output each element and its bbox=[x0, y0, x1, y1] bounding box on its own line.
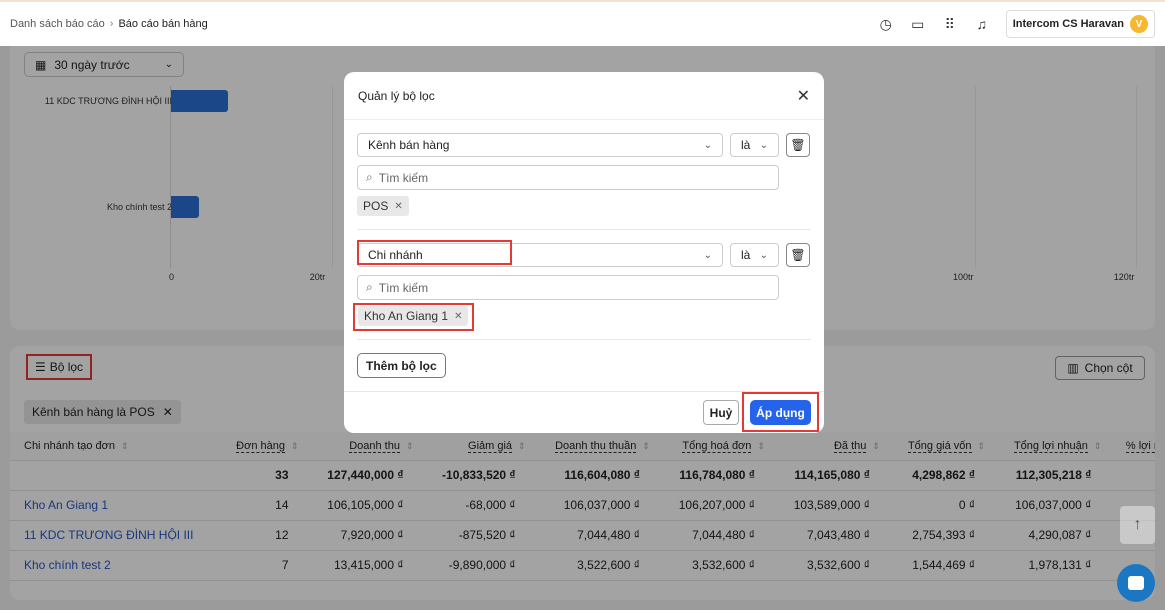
filter-operator-select[interactable]: là ⌄ bbox=[730, 243, 779, 267]
breadcrumb-parent[interactable]: Danh sách báo cáo bbox=[10, 18, 105, 30]
trash-icon: 🗑 bbox=[790, 248, 806, 262]
filter-operator-value: là bbox=[741, 138, 751, 152]
trash-icon: 🗑 bbox=[790, 138, 806, 152]
modal-footer: Huỷ Áp dụng bbox=[344, 391, 824, 433]
add-filter-button[interactable]: Thêm bộ lọc bbox=[357, 353, 446, 378]
filter-field-select[interactable]: Kênh bán hàng ⌄ bbox=[357, 133, 723, 157]
divider bbox=[357, 229, 811, 230]
filter-operator-value: là bbox=[741, 248, 751, 262]
feedback-icon[interactable]: ▭ bbox=[910, 16, 926, 32]
search-icon: ⌕ bbox=[366, 280, 373, 294]
highlight-box bbox=[353, 303, 474, 331]
divider bbox=[357, 339, 811, 340]
scroll-top-button[interactable]: ↑ bbox=[1120, 506, 1155, 544]
modal-title: Quản lý bộ lọc bbox=[358, 88, 435, 103]
top-bar: Danh sách báo cáo › Báo cáo bán hàng ◷ ▭ ⠿… bbox=[0, 0, 1165, 46]
filter-tag: POS ✕ bbox=[357, 196, 409, 216]
filter-operator-select[interactable]: là ⌄ bbox=[730, 133, 779, 157]
filter-search-input[interactable]: ⌕ Tìm kiếm bbox=[357, 165, 779, 190]
chevron-down-icon: ⌄ bbox=[703, 249, 712, 261]
account-menu[interactable]: Intercom CS Haravan V bbox=[1005, 10, 1155, 38]
breadcrumb: Danh sách báo cáo › Báo cáo bán hàng bbox=[10, 18, 208, 30]
filter-manager-modal: Quản lý bộ lọc ✕ Kênh bán hàng ⌄ là ⌄ 🗑 ⌕ T… bbox=[344, 72, 824, 433]
filter-tag-label: POS bbox=[363, 199, 389, 213]
filter-search-input[interactable]: ⌕ Tìm kiếm bbox=[357, 275, 779, 300]
breadcrumb-current: Báo cáo bán hàng bbox=[118, 18, 208, 30]
account-name: Intercom CS Haravan bbox=[1012, 18, 1124, 30]
search-placeholder: Tìm kiếm bbox=[378, 280, 429, 295]
support-icon[interactable]: ◷ bbox=[878, 16, 894, 32]
chevron-down-icon: ⌄ bbox=[759, 249, 768, 261]
apps-grid-icon[interactable]: ⠿ bbox=[942, 16, 958, 32]
close-icon[interactable]: ✕ bbox=[797, 86, 810, 106]
chat-button[interactable] bbox=[1117, 564, 1155, 602]
chat-icon bbox=[1128, 576, 1144, 590]
chevron-down-icon: ⌄ bbox=[703, 139, 712, 151]
delete-filter-button[interactable]: 🗑 bbox=[786, 133, 810, 157]
delete-filter-button[interactable]: 🗑 bbox=[786, 243, 810, 267]
avatar: V bbox=[1130, 15, 1148, 33]
apply-button[interactable]: Áp dụng bbox=[750, 400, 811, 425]
bell-icon[interactable]: ♫ bbox=[974, 16, 990, 32]
cancel-button[interactable]: Huỷ bbox=[703, 400, 739, 425]
highlight-box bbox=[357, 240, 512, 265]
arrow-up-icon: ↑ bbox=[1133, 516, 1142, 533]
chevron-down-icon: ⌄ bbox=[759, 139, 768, 151]
chevron-right-icon: › bbox=[109, 18, 114, 30]
search-placeholder: Tìm kiếm bbox=[378, 170, 429, 185]
filter-field-value: Kênh bán hàng bbox=[368, 138, 450, 152]
close-icon[interactable]: ✕ bbox=[394, 201, 402, 212]
search-icon: ⌕ bbox=[366, 170, 373, 184]
